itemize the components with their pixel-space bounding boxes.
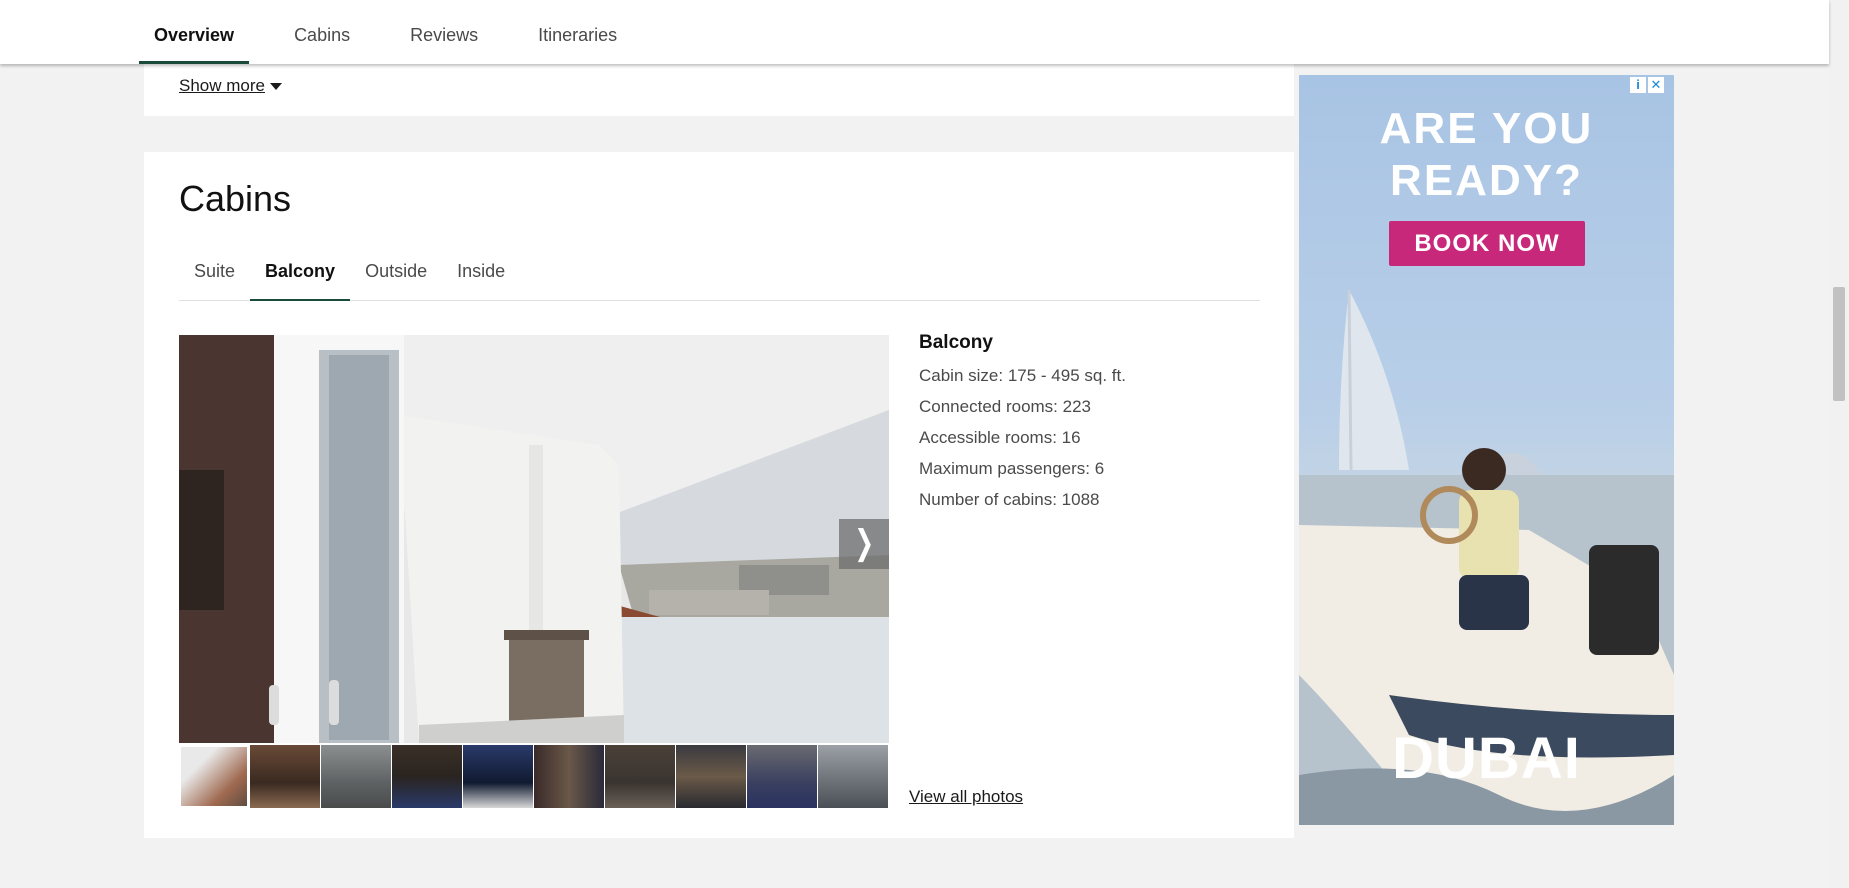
scrollbar-thumb[interactable]: [1833, 287, 1845, 401]
tab-overview[interactable]: Overview: [139, 0, 250, 64]
cabins-title: Cabins: [179, 178, 292, 219]
tab-inside[interactable]: Inside: [442, 250, 520, 300]
ad-headline-line-1: ARE YOU: [1379, 104, 1594, 153]
caret-down-icon: [269, 83, 282, 91]
number-of-cabins: Number of cabins: 1088: [919, 490, 1100, 509]
ad-brand-logo: DUBAI: [1392, 726, 1581, 791]
info-icon[interactable]: i: [1630, 77, 1646, 93]
thumbnail[interactable]: [179, 745, 249, 808]
next-photo-button[interactable]: ❯: [839, 519, 889, 569]
cabins-section: Cabins Suite Balcony Outside Inside Balc…: [144, 152, 1294, 838]
book-now-button[interactable]: BOOK NOW: [1389, 221, 1585, 266]
connected-rooms: Connected rooms: 223: [919, 397, 1091, 416]
close-icon[interactable]: ✕: [1648, 77, 1664, 93]
view-all-photos-link[interactable]: View all photos: [909, 787, 1023, 807]
chevron-right-icon: ❯: [854, 524, 874, 562]
accessible-rooms: Accessible rooms: 16: [919, 428, 1081, 447]
tab-itineraries[interactable]: Itineraries: [523, 0, 632, 64]
cabin-type-heading: Balcony: [919, 332, 993, 353]
cabin-details: Balcony Cabin size: 175 - 495 sq. ft. Co…: [919, 332, 1126, 515]
balcony-photo-illustration: [179, 335, 889, 743]
cabin-thumbnails: [179, 745, 889, 808]
top-navigation: Overview Cabins Reviews Itineraries: [0, 0, 1829, 64]
tab-cabins[interactable]: Cabins: [279, 0, 365, 64]
thumbnail[interactable]: [463, 745, 533, 808]
ad-controls: i ✕: [1630, 77, 1664, 93]
page-scrollbar[interactable]: [1829, 0, 1849, 888]
page-tabs: Overview Cabins Reviews Itineraries: [139, 0, 662, 64]
tab-balcony[interactable]: Balcony: [250, 250, 351, 301]
overview-card: Show more: [144, 64, 1294, 116]
thumbnail[interactable]: [321, 745, 391, 808]
thumbnail[interactable]: [676, 745, 746, 808]
show-more-link[interactable]: Show more: [179, 76, 282, 96]
thumbnail[interactable]: [392, 745, 462, 808]
ad-headline-line-2: READY?: [1390, 156, 1583, 205]
thumbnail[interactable]: [250, 745, 320, 808]
cabin-type-tabs: Suite Balcony Outside Inside: [179, 250, 1260, 301]
thumbnail[interactable]: [605, 745, 675, 808]
dubai-advertisement[interactable]: i ✕ ARE YOU READY? BOOK NOW DUBAI: [1299, 75, 1674, 825]
tab-outside[interactable]: Outside: [350, 250, 442, 300]
ad-headline: ARE YOU READY?: [1299, 103, 1674, 207]
thumbnail[interactable]: [747, 745, 817, 808]
thumbnail[interactable]: [818, 745, 888, 808]
thumbnail[interactable]: [534, 745, 604, 808]
show-more-label: Show more: [179, 76, 265, 95]
maximum-passengers: Maximum passengers: 6: [919, 459, 1105, 478]
cabin-main-photo[interactable]: [179, 335, 889, 743]
tab-suite[interactable]: Suite: [179, 250, 250, 300]
cabin-size: Cabin size: 175 - 495 sq. ft.: [919, 366, 1126, 385]
tab-reviews[interactable]: Reviews: [395, 0, 493, 64]
